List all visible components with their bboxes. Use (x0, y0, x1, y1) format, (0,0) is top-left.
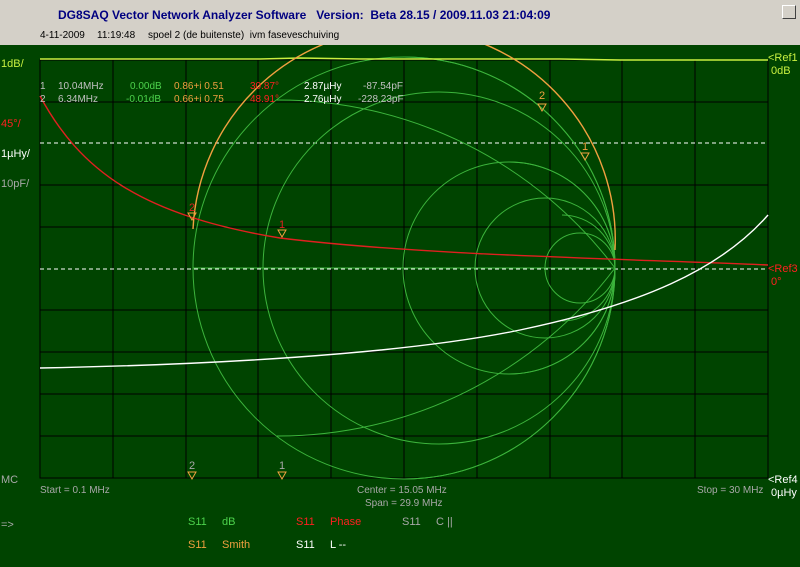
scale-inductance: 1µHy/ (1, 148, 31, 160)
ref1-label: <Ref1 (768, 52, 798, 64)
marker-readout: 1 10.04MHz 0.00dB 0.86+i 0.51 30.87° 2.8… (40, 81, 404, 105)
marker-label-2-phase: 2 (189, 202, 195, 214)
plot-canvas[interactable]: 2 1 2 1 2 1 1dB/ 45°/ 1µHy/ 10pF/ MC => … (0, 45, 800, 567)
axis-span: Span = 29.9 MHz (365, 498, 443, 509)
scale-degrees: 45°/ (1, 118, 22, 130)
marker-2-num: 2 (40, 94, 46, 105)
marker-label-1-phase: 1 (279, 219, 285, 231)
marker-1-smith: 0.86+i 0.51 (174, 81, 224, 92)
app-title: DG8SAQ Vector Network Analyzer Software … (58, 8, 551, 22)
legend-1-mode: Phase (330, 516, 361, 528)
marker-symbols (187, 103, 590, 481)
scale-db: 1dB/ (1, 58, 25, 70)
title-bar: DG8SAQ Vector Network Analyzer Software … (0, 0, 800, 28)
ref4-label: <Ref4 (768, 474, 798, 486)
legend-4-mode: L -- (330, 539, 346, 551)
marker-label-2-axis: 2 (189, 460, 195, 472)
measurement-note: spoel 2 (de buitenste) ivm faseveschuivi… (148, 30, 340, 41)
ref4-value: 0µHy (771, 487, 797, 499)
marker-1-phase: 30.87° (250, 81, 279, 92)
marker-1-l: 2.87µHy (304, 81, 341, 92)
marker-2-c: -228.23pF (358, 94, 404, 105)
marker-2-freq: 6.34MHz (58, 94, 98, 105)
marker-1-freq: 10.04MHz (58, 81, 104, 92)
ref3-label: <Ref3 (768, 263, 798, 275)
app-window: DG8SAQ Vector Network Analyzer Software … (0, 0, 800, 567)
marker-label-1-smith: 1 (582, 141, 588, 153)
marker-label-1-axis: 1 (279, 460, 285, 472)
close-button[interactable] (782, 5, 796, 19)
legend-2-param: S11 (402, 516, 421, 528)
legend-3-param: S11 (188, 539, 207, 551)
trace-legend[interactable]: S11 dB S11 Phase S11 C || S11 Smith S11 … (188, 516, 453, 551)
ref1-value: 0dB (771, 65, 791, 77)
axis-stop: Stop = 30 MHz (697, 485, 763, 496)
marker-2-l: 2.76µHy (304, 94, 341, 105)
marker-label-2-smith: 2 (539, 90, 545, 102)
measurement-time: 11:19:48 (97, 30, 136, 41)
marker-1-c: -87.54pF (363, 81, 403, 92)
marker-2-db: -0.01dB (126, 94, 161, 105)
marker-1-num: 1 (40, 81, 46, 92)
legend-4-param: S11 (296, 539, 315, 551)
legend-0-param: S11 (188, 516, 207, 528)
scale-capacitance: 10pF/ (1, 178, 30, 190)
scale-arrow: => (1, 519, 14, 531)
legend-1-param: S11 (296, 516, 315, 528)
measurement-info-bar: 4-11-2009 11:19:48 spoel 2 (de buitenste… (0, 29, 800, 45)
measurement-date: 4-11-2009 (40, 30, 85, 41)
legend-2-mode: C || (436, 516, 453, 528)
marker-1-db: 0.00dB (130, 81, 162, 92)
marker-2-phase: 48.91° (250, 94, 279, 105)
ref3-value: 0° (771, 276, 782, 288)
plot-area[interactable]: 2 1 2 1 2 1 1dB/ 45°/ 1µHy/ 10pF/ MC => … (0, 45, 800, 567)
marker-2-smith: 0.66+i 0.75 (174, 94, 224, 105)
legend-0-mode: dB (222, 516, 235, 528)
scale-mc: MC (1, 474, 18, 486)
axis-start: Start = 0.1 MHz (40, 485, 110, 496)
axis-center: Center = 15.05 MHz (357, 485, 447, 496)
legend-3-mode: Smith (222, 539, 250, 551)
